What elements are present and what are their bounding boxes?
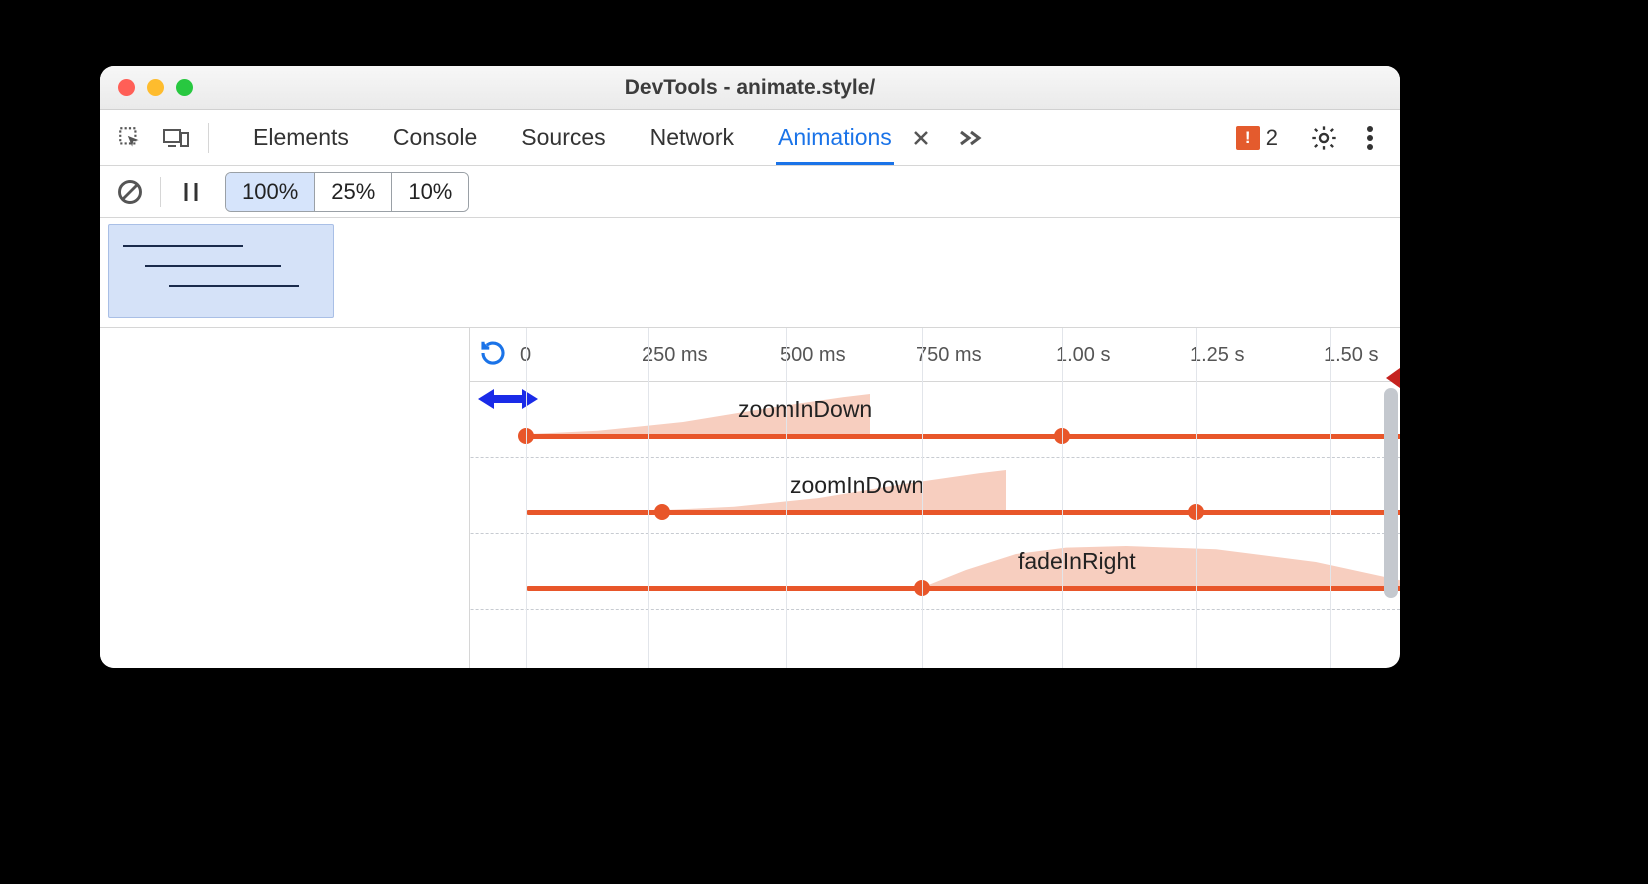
animation-name-label: fadeInRight xyxy=(1018,548,1136,575)
animation-track[interactable]: zoomInDown xyxy=(470,458,1390,533)
tab-network[interactable]: Network xyxy=(648,110,736,165)
animation-group-thumbnail[interactable] xyxy=(108,224,334,318)
clear-all-icon[interactable] xyxy=(112,174,148,210)
gridline xyxy=(786,328,787,668)
speed-segmented-control: 100% 25% 10% xyxy=(225,172,469,212)
issues-badge-icon: ! xyxy=(1236,126,1260,150)
gridline xyxy=(526,328,527,668)
ruler-tick: 250 ms xyxy=(642,344,708,367)
ruler-tick: 1.25 s xyxy=(1190,344,1244,367)
gridline xyxy=(648,328,649,668)
easing-curve xyxy=(926,546,1400,586)
animation-bar[interactable] xyxy=(526,586,1400,591)
element-labels-column xyxy=(100,328,470,668)
gridline xyxy=(922,328,923,668)
minimize-window-button[interactable] xyxy=(147,79,164,96)
ruler-tick: 1.50 s xyxy=(1324,344,1378,367)
speed-100-button[interactable]: 100% xyxy=(226,173,315,211)
inspect-element-icon[interactable] xyxy=(112,120,148,156)
gridline xyxy=(1330,328,1331,668)
timeline-area: 0250 ms500 ms750 ms1.00 s1.25 s1.50 s1.7… xyxy=(100,328,1400,668)
window-title: DevTools - animate.style/ xyxy=(100,76,1400,100)
toolbar-divider xyxy=(160,177,161,207)
animation-track[interactable]: zoomInDown xyxy=(470,382,1390,457)
tab-animations[interactable]: Animations xyxy=(776,110,894,165)
ruler-tick: 500 ms xyxy=(780,344,846,367)
maximize-window-button[interactable] xyxy=(176,79,193,96)
kebab-menu-icon[interactable] xyxy=(1352,120,1388,156)
pause-icon[interactable] xyxy=(173,174,209,210)
issues-count: 2 xyxy=(1266,125,1278,151)
animation-bar[interactable] xyxy=(526,434,1400,439)
animation-name-label: zoomInDown xyxy=(738,396,872,423)
scrubber-handle-icon[interactable] xyxy=(478,386,538,412)
window-titlebar[interactable]: DevTools - animate.style/ xyxy=(100,66,1400,110)
animation-track[interactable]: fadeInRight xyxy=(470,534,1390,609)
main-toolbar: Elements Console Sources Network Animati… xyxy=(100,110,1400,166)
toolbar-divider xyxy=(208,123,209,153)
speed-25-button[interactable]: 25% xyxy=(315,173,392,211)
traffic-lights xyxy=(118,79,193,96)
settings-gear-icon[interactable] xyxy=(1306,120,1342,156)
tab-console[interactable]: Console xyxy=(391,110,479,165)
more-tabs-icon[interactable] xyxy=(958,129,984,147)
ruler-tick: 750 ms xyxy=(916,344,982,367)
gridline xyxy=(1196,328,1197,668)
close-window-button[interactable] xyxy=(118,79,135,96)
vertical-scrollbar[interactable] xyxy=(1384,388,1398,598)
tab-elements[interactable]: Elements xyxy=(251,110,351,165)
close-tab-icon[interactable] xyxy=(912,129,930,147)
panel-tabs: Elements Console Sources Network Animati… xyxy=(251,110,894,165)
animation-name-label: zoomInDown xyxy=(790,472,924,499)
speed-10-button[interactable]: 10% xyxy=(392,173,468,211)
animation-groups-filmstrip xyxy=(100,218,1400,328)
ruler-tick: 1.00 s xyxy=(1056,344,1110,367)
issues-counter[interactable]: ! 2 xyxy=(1236,125,1278,151)
keyframe-handle[interactable] xyxy=(654,504,670,520)
tab-sources[interactable]: Sources xyxy=(519,110,607,165)
device-toggle-icon[interactable] xyxy=(158,120,194,156)
gridline xyxy=(1062,328,1063,668)
animations-toolbar: 100% 25% 10% xyxy=(100,166,1400,218)
devtools-window: DevTools - animate.style/ Elements Conso… xyxy=(100,66,1400,668)
ruler-ticks: 0250 ms500 ms750 ms1.00 s1.25 s1.50 s1.7… xyxy=(470,328,1392,381)
